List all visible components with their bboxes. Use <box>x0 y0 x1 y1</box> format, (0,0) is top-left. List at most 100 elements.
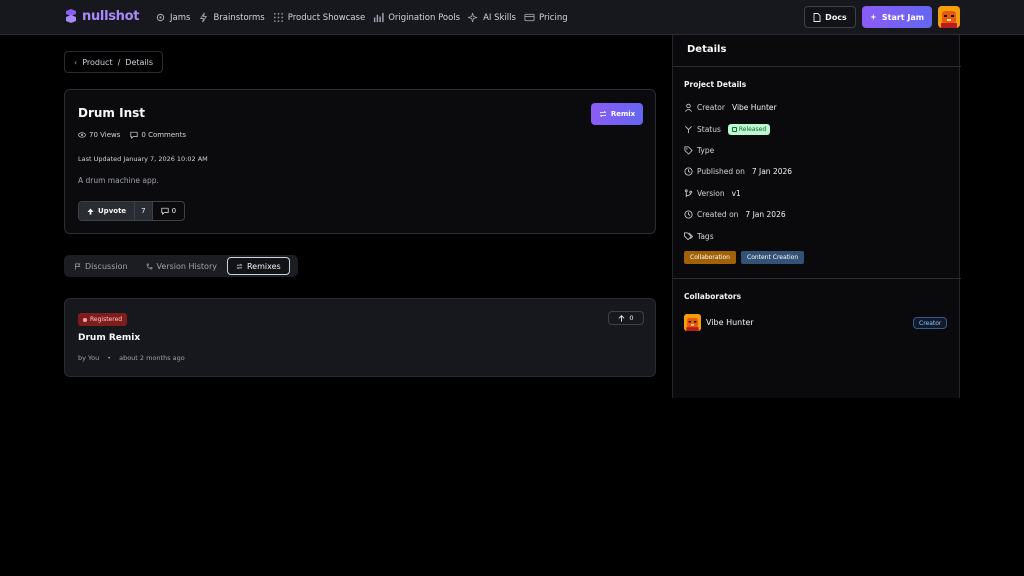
clock-icon <box>684 167 693 176</box>
nav-item-origination-pools[interactable]: Origination Pools <box>373 12 460 23</box>
comment-icon <box>130 131 138 139</box>
comment-icon <box>161 207 169 215</box>
remix-card[interactable]: Registered Drum Remix by You • about 2 m… <box>64 298 656 377</box>
comment-count-value: 0 <box>171 207 177 215</box>
nav-label: AI Skills <box>483 12 516 23</box>
upvote-label: Upvote <box>98 207 127 215</box>
status-badge-label: Registered <box>90 316 123 323</box>
nav-item-product-showcase[interactable]: Product Showcase <box>273 12 365 23</box>
nav-item-ai-skills[interactable]: AI Skills <box>468 12 516 23</box>
grid-icon <box>273 13 283 22</box>
role-badge: Creator <box>913 317 948 329</box>
breadcrumb[interactable]: ‹ Product / Details <box>64 51 164 73</box>
card-icon <box>524 13 535 22</box>
status-icon <box>685 126 692 134</box>
remix-button[interactable]: Remix <box>591 103 643 125</box>
breadcrumb-current: Details <box>125 57 154 67</box>
arrow-up-icon <box>87 207 94 215</box>
collaborators-heading: Collaborators <box>684 292 742 301</box>
status-row: Status Released <box>684 124 771 135</box>
status-badge: Registered <box>78 313 128 326</box>
version-value: v1 <box>731 189 741 198</box>
status-value: Released <box>738 126 767 133</box>
comment-count-button[interactable]: 0 <box>151 202 184 220</box>
tag-chip[interactable]: Content Creation <box>741 251 805 264</box>
nav-label: Jams <box>170 12 191 23</box>
main-nav: Jams Brainstorms Product Showcase Origin… <box>155 0 568 35</box>
start-jam-label: Start Jam <box>881 12 925 22</box>
bolt-icon <box>200 12 208 23</box>
clock-icon <box>684 210 693 219</box>
sparkles-icon <box>468 12 478 23</box>
status-label: Status <box>697 125 721 134</box>
published-row: Published on 7 Jan 2026 <box>684 167 792 176</box>
breadcrumb-parent[interactable]: Product <box>82 58 112 67</box>
docs-button[interactable]: Docs <box>804 6 856 28</box>
user-avatar[interactable] <box>938 6 960 28</box>
version-row: Version v1 <box>684 189 741 198</box>
tag-icon <box>684 146 693 155</box>
creator-value[interactable]: Vibe Hunter <box>732 103 777 112</box>
remix-title[interactable]: Drum Remix <box>78 333 140 343</box>
nav-item-brainstorms[interactable]: Brainstorms <box>198 12 265 23</box>
nav-label: Origination Pools <box>388 12 461 23</box>
tab-version-history[interactable]: Version History <box>138 257 225 275</box>
collaborator-item[interactable]: Vibe Hunter <box>684 314 754 331</box>
logo-text: nullshot <box>82 8 140 24</box>
project-tabs: Discussion Version History Remixes <box>64 255 298 277</box>
details-title: Details <box>687 44 727 55</box>
details-panel: Details Project Details Creator Vibe Hun… <box>672 35 961 398</box>
upvote-count: 7 <box>134 202 152 220</box>
repeat-icon <box>599 110 607 118</box>
nav-label: Brainstorms <box>213 12 265 23</box>
tag-chip[interactable]: Collaboration <box>684 251 736 264</box>
nav-label: Pricing <box>538 12 568 23</box>
views-count: 70 Views <box>89 131 121 139</box>
release-icon <box>731 127 737 132</box>
section-divider <box>673 278 961 279</box>
meta-separator: • <box>107 354 112 362</box>
nav-item-pricing[interactable]: Pricing <box>524 12 568 23</box>
chevron-left-icon: ‹ <box>74 57 78 67</box>
logo-mark-icon <box>66 9 76 23</box>
remix-label: Remix <box>610 110 636 118</box>
logo[interactable]: nullshot <box>64 8 139 24</box>
remix-author: by You <box>78 354 100 362</box>
created-label: Created on <box>697 210 739 219</box>
remix-meta: by You • about 2 months ago <box>78 354 185 362</box>
tab-label: Discussion <box>85 261 128 271</box>
tags-icon <box>684 232 693 241</box>
user-icon <box>685 103 692 112</box>
branch-icon <box>684 189 693 198</box>
nav-item-jams[interactable]: Jams <box>155 12 190 23</box>
remix-vote-count: 0 <box>629 314 634 322</box>
created-row: Created on 7 Jan 2026 <box>684 210 786 219</box>
tab-remixes[interactable]: Remixes <box>226 257 290 275</box>
arrow-up-icon <box>618 314 625 322</box>
remix-upvote-button[interactable]: 0 <box>608 311 644 325</box>
eye-icon <box>78 132 86 138</box>
branch-icon <box>146 263 153 269</box>
published-label: Published on <box>697 167 745 176</box>
upvote-button[interactable]: Upvote <box>79 202 135 220</box>
nav-label: Product Showcase <box>287 12 366 23</box>
project-stats: 70 Views 0 Comments <box>78 131 186 139</box>
created-value: 7 Jan 2026 <box>745 210 786 219</box>
tags-row: Tags <box>684 232 714 241</box>
bar-chart-icon <box>374 12 384 23</box>
type-label: Type <box>697 146 715 155</box>
tab-discussion[interactable]: Discussion <box>66 257 136 275</box>
tag-list: Collaboration Content Creation <box>684 251 805 264</box>
details-header: Details <box>673 35 961 67</box>
tiger-avatar-icon <box>938 6 960 28</box>
start-jam-button[interactable]: Start Jam <box>862 6 932 28</box>
status-dot-icon <box>83 317 87 322</box>
sparkles-icon <box>869 13 877 21</box>
tab-label: Version History <box>156 261 217 271</box>
views-stat: 70 Views <box>78 131 120 139</box>
collaborator-name: Vibe Hunter <box>706 318 754 327</box>
status-badge: Released <box>727 124 771 135</box>
last-updated: Last Updated January 7, 2026 10:02 AM <box>78 155 208 163</box>
tiger-avatar-icon <box>684 314 701 331</box>
collaborator-avatar <box>684 314 701 331</box>
